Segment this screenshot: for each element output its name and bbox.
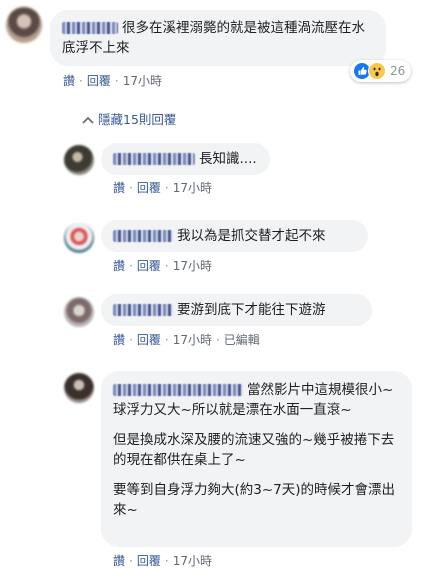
reply-bubble: 當然影片中這規模很小~球浮力又大~所以就是漂在水面一直滾~ 但是換成水深及腰的流…	[101, 371, 412, 547]
avatar[interactable]	[64, 145, 94, 175]
reply-actions: 讚 · 回覆 · 17小時	[113, 259, 212, 273]
avatar[interactable]	[6, 7, 42, 43]
avatar[interactable]	[64, 373, 94, 403]
reply-actions: 讚 · 回覆 · 17小時	[113, 181, 212, 195]
avatar[interactable]	[64, 223, 94, 253]
like-button[interactable]: 讚	[63, 74, 75, 88]
timestamp[interactable]: 17小時	[123, 74, 162, 88]
reply-button[interactable]: 回覆	[87, 74, 111, 88]
comment-actions: 讚 · 回覆 · 17小時	[63, 74, 162, 88]
reply-actions: 讚 · 回覆 · 17小時 · 已編輯	[113, 333, 260, 347]
reply-bubble: 我以為是抓交替才起不來	[101, 220, 368, 252]
reaction-count: 26	[390, 64, 406, 78]
comment-bubble: 很多在溪裡溺斃的就是被這種渦流壓在水底浮不上來	[50, 10, 386, 66]
author-name[interactable]	[62, 22, 118, 34]
reaction-summary[interactable]: 26	[350, 60, 412, 82]
author-name[interactable]	[113, 384, 243, 396]
reply-button[interactable]: 回覆	[137, 554, 161, 568]
hidden-replies-label[interactable]: 隱藏15則回覆	[98, 112, 176, 127]
timestamp[interactable]: 17小時	[173, 333, 212, 347]
reply-button[interactable]: 回覆	[137, 181, 161, 195]
author-name[interactable]	[113, 304, 173, 316]
hidden-replies-link[interactable]: 隱藏15則回覆	[82, 109, 176, 128]
timestamp[interactable]: 17小時	[173, 259, 212, 273]
reply-text: 長知識....	[199, 151, 257, 167]
like-button[interactable]: 讚	[113, 259, 125, 273]
avatar[interactable]	[64, 297, 94, 327]
edited-label[interactable]: 已編輯	[224, 333, 260, 347]
reply-text: 要游到底下才能往下遊游	[177, 302, 326, 318]
author-name[interactable]	[113, 230, 173, 242]
reply-text: 我以為是抓交替才起不來	[177, 228, 326, 244]
wow-reaction-icon	[368, 62, 386, 80]
reply-bubble: 長知識....	[101, 143, 270, 175]
like-button[interactable]: 讚	[113, 554, 125, 568]
timestamp[interactable]: 17小時	[173, 181, 212, 195]
like-button[interactable]: 讚	[113, 181, 125, 195]
reply-actions: 讚 · 回覆 · 17小時	[113, 554, 212, 568]
reply-button[interactable]: 回覆	[137, 333, 161, 347]
reply-bubble: 要游到底下才能往下遊游	[101, 294, 372, 326]
reply-arrow-icon	[82, 116, 94, 124]
reply-paragraph: 要等到自身浮力夠大(約3~7天)的時候才會漂出來~	[113, 482, 396, 518]
reply-button[interactable]: 回覆	[137, 259, 161, 273]
like-button[interactable]: 讚	[113, 333, 125, 347]
reply-paragraph: 但是換成水深及腰的流速又強的~幾乎被捲下去的現在都供在桌上了~	[113, 432, 395, 468]
timestamp[interactable]: 17小時	[173, 554, 212, 568]
author-name[interactable]	[113, 153, 195, 165]
